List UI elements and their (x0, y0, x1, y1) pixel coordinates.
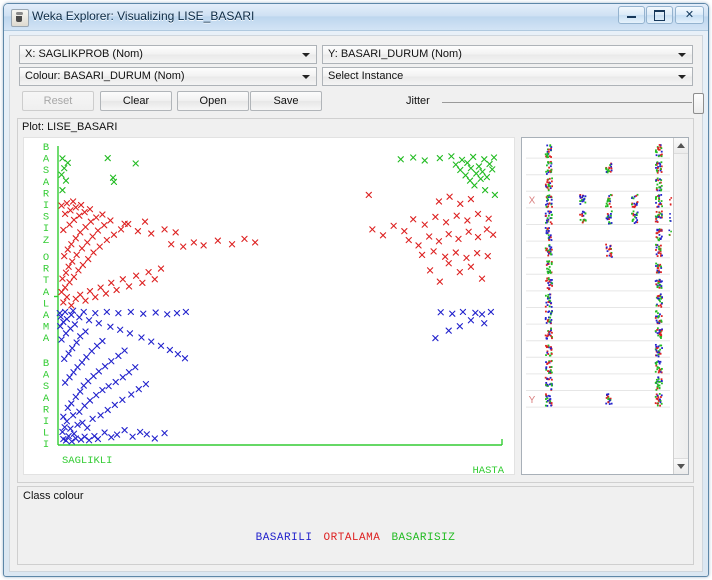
select-instance-label: Select Instance (328, 70, 404, 82)
svg-text:Z: Z (43, 235, 49, 247)
svg-text:L: L (43, 428, 49, 440)
svg-text:S: S (43, 212, 49, 224)
svg-text:I: I (43, 223, 49, 235)
svg-text:B: B (43, 358, 49, 370)
svg-text:M: M (43, 322, 49, 334)
chevron-down-icon (678, 75, 686, 79)
attribute-strip-panel[interactable]: XY (521, 137, 689, 475)
svg-text:L: L (43, 298, 49, 310)
minimize-button[interactable] (618, 6, 645, 24)
attribute-strip-svg: XY (526, 144, 673, 408)
strip-panel-scrollbar[interactable] (673, 138, 688, 474)
y-attribute-label: Y: BASARI_DURUM (Nom) (328, 48, 462, 60)
reset-button[interactable]: Reset (22, 91, 94, 111)
jitter-slider-thumb[interactable] (693, 93, 704, 114)
y-attribute-dropdown[interactable]: Y: BASARI_DURUM (Nom) (322, 45, 693, 64)
svg-text:A: A (43, 333, 50, 345)
scroll-up-arrow-icon[interactable] (674, 138, 688, 154)
svg-text:R: R (43, 404, 50, 416)
svg-text:I: I (43, 200, 49, 212)
plot-panel: Plot: LISE_BASARI BASARISIZORTALAMABASAR… (17, 118, 694, 483)
plot-title: Plot: LISE_BASARI (22, 121, 118, 133)
svg-text:R: R (43, 264, 50, 276)
svg-text:A: A (43, 370, 50, 382)
svg-text:SAGLIKLI: SAGLIKLI (62, 455, 112, 467)
svg-text:I: I (43, 439, 49, 451)
legend-item-basarisiz[interactable]: BASARISIZ (389, 532, 457, 544)
svg-text:B: B (43, 142, 49, 154)
legend-item-basarili[interactable]: BASARILI (254, 532, 315, 544)
scatter-plot-svg: BASARISIZORTALAMABASARILISAGLIKLIHASTA (43, 142, 505, 474)
weka-coffee-cup-icon (11, 9, 29, 27)
class-colour-label: Class colour (23, 490, 84, 502)
chevron-down-icon (302, 75, 310, 79)
window-titlebar: Weka Explorer: Visualizing LISE_BASARI ✕ (4, 4, 708, 31)
svg-text:Y: Y (529, 395, 536, 406)
colour-attribute-dropdown[interactable]: Colour: BASARI_DURUM (Nom) (19, 67, 317, 86)
svg-text:S: S (43, 381, 49, 393)
svg-text:A: A (43, 287, 50, 299)
jitter-label: Jitter (406, 95, 430, 107)
window-title: Weka Explorer: Visualizing LISE_BASARI (32, 9, 255, 23)
clear-button[interactable]: Clear (100, 91, 172, 111)
jitter-slider-track[interactable] (442, 102, 692, 103)
svg-text:S: S (43, 165, 49, 177)
svg-text:HASTA: HASTA (472, 465, 504, 474)
class-colour-panel: Class colour BASARILI ORTALAMA BASARISIZ (17, 486, 694, 565)
svg-text:A: A (43, 393, 50, 405)
close-button[interactable]: ✕ (675, 6, 704, 24)
scroll-down-arrow-icon[interactable] (674, 458, 688, 474)
scatter-plot-canvas[interactable]: B A S A R I S I Z O R T A L A M A B A S A R I L I SAGLIKLI HASTA (23, 137, 515, 475)
x-attribute-dropdown[interactable]: X: SAGLIKPROB (Nom) (19, 45, 317, 64)
maximize-button[interactable] (646, 6, 673, 24)
svg-text:A: A (43, 310, 50, 322)
chevron-down-icon (302, 53, 310, 57)
svg-text:R: R (43, 188, 50, 200)
open-button[interactable]: Open (177, 91, 249, 111)
svg-text:O: O (43, 252, 49, 264)
svg-text:A: A (43, 177, 50, 189)
x-attribute-label: X: SAGLIKPROB (Nom) (25, 48, 143, 60)
svg-text:A: A (43, 154, 50, 166)
weka-explorer-window: Weka Explorer: Visualizing LISE_BASARI ✕… (3, 3, 709, 577)
select-instance-dropdown[interactable]: Select Instance (322, 67, 693, 86)
chevron-down-icon (678, 53, 686, 57)
svg-text:X: X (529, 196, 536, 207)
svg-text:T: T (43, 275, 49, 287)
save-button[interactable]: Save (250, 91, 322, 111)
client-area: X: SAGLIKPROB (Nom) Colour: BASARI_DURUM… (9, 35, 704, 572)
svg-text:I: I (43, 416, 49, 428)
legend-item-ortalama[interactable]: ORTALAMA (322, 532, 383, 544)
close-icon: ✕ (684, 8, 695, 21)
class-colour-legend: BASARILI ORTALAMA BASARISIZ (18, 532, 693, 544)
colour-attribute-label: Colour: BASARI_DURUM (Nom) (25, 70, 185, 82)
